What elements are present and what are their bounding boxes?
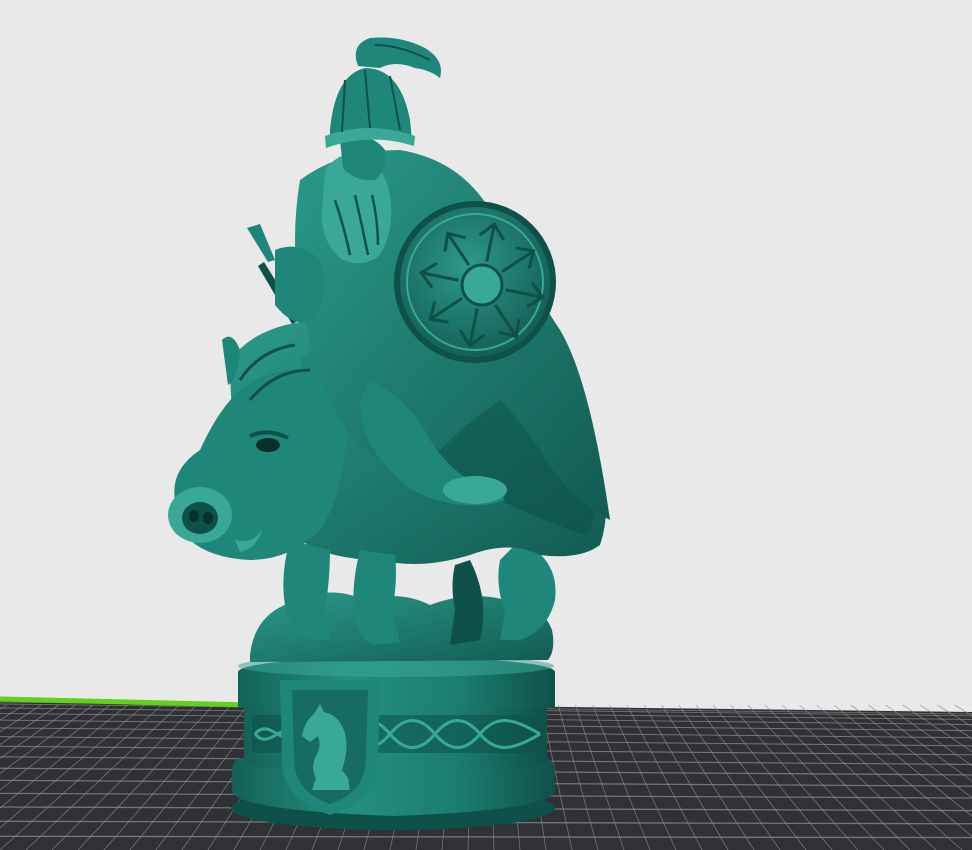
rider-round-shield	[394, 201, 556, 363]
viewport-canvas[interactable]	[0, 0, 972, 850]
3d-viewport[interactable]	[0, 0, 972, 850]
knight-emblem-shield	[280, 680, 380, 815]
model-pedestal	[231, 655, 555, 830]
